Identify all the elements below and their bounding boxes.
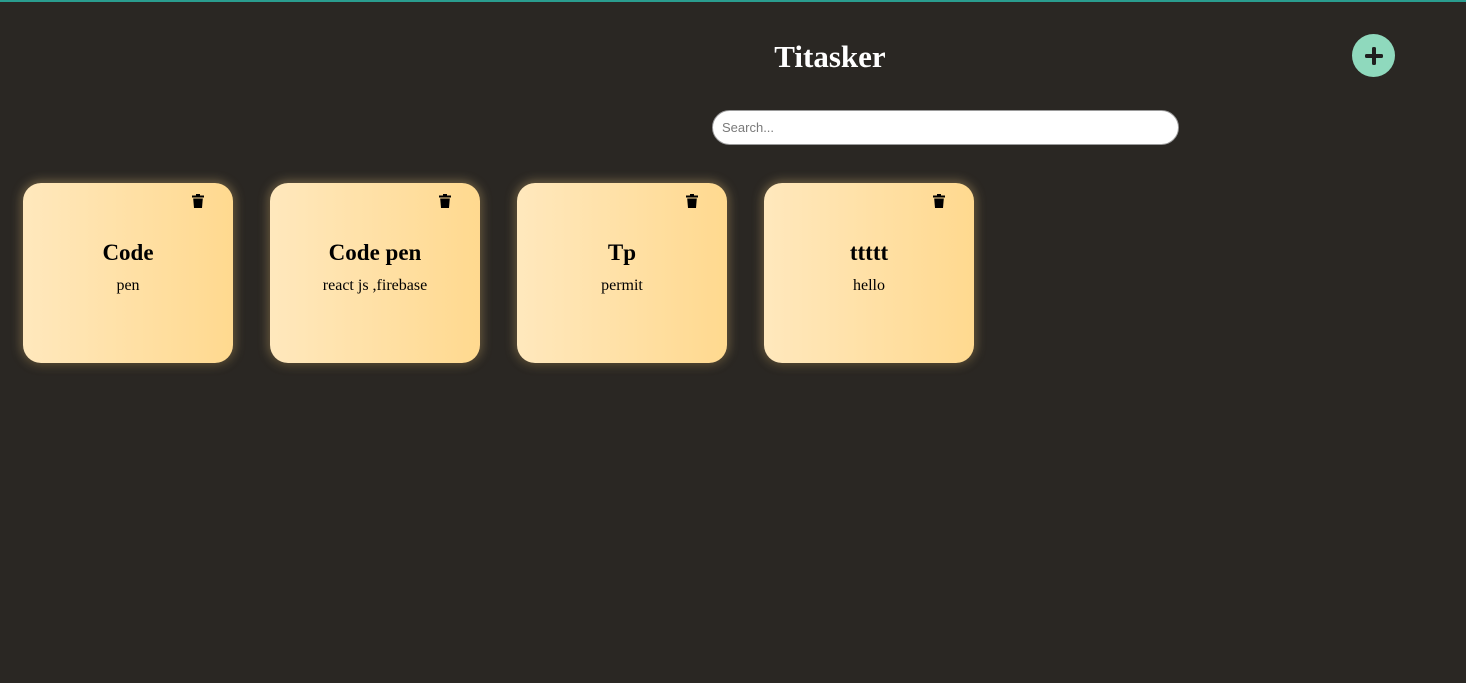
trash-icon [933,194,945,208]
delete-button[interactable] [931,192,947,210]
task-card: Tp permit [517,183,727,363]
task-title: ttttt [849,240,889,265]
task-description: hello [853,277,885,294]
task-card: Code pen react js ,firebase [270,183,480,363]
task-card: ttttt hello [764,183,974,363]
delete-button[interactable] [437,192,453,210]
trash-icon [439,194,451,208]
task-description: react js ,firebase [322,277,428,294]
search-input[interactable] [712,110,1179,145]
task-list: Code pen Code pen react js ,firebase Tp … [23,183,974,363]
app-title: Titasker [774,39,886,74]
task-card: Code pen [23,183,233,363]
task-description: pen [116,277,140,294]
delete-button[interactable] [684,192,700,210]
trash-icon [686,194,698,208]
task-title: Code pen [328,240,422,265]
delete-button[interactable] [190,192,206,210]
trash-icon [192,194,204,208]
task-description: permit [601,277,643,294]
task-title: Tp [607,240,637,265]
plus-icon [1364,46,1383,65]
task-title: Code [102,240,154,265]
add-task-button[interactable] [1352,34,1395,77]
